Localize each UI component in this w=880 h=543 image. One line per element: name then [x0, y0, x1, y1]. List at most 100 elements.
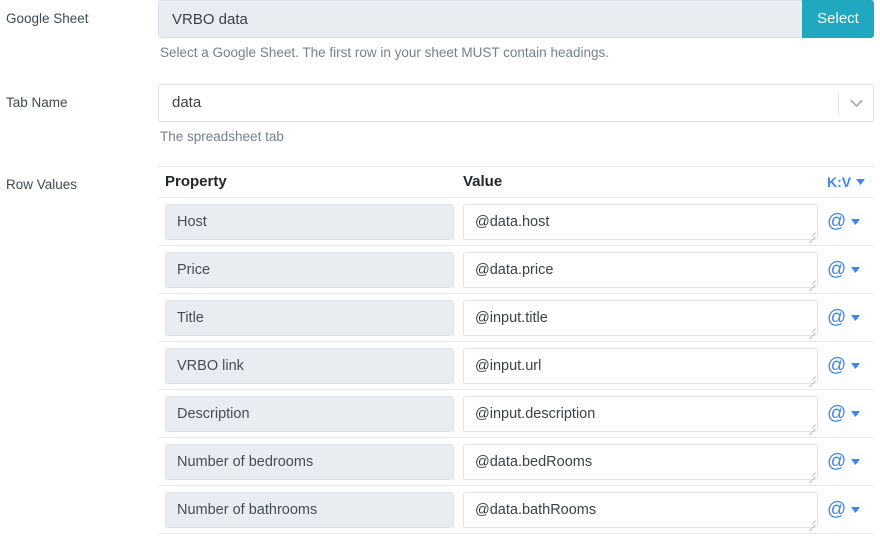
at-icon: @ — [827, 403, 847, 424]
kv-mode-toggle[interactable]: K:V — [827, 174, 866, 190]
table-row: @ — [158, 438, 874, 486]
property-cell — [158, 491, 454, 528]
google-sheet-field: Select Select a Google Sheet. The first … — [158, 0, 880, 62]
select-sheet-button[interactable]: Select — [802, 0, 874, 38]
google-sheet-action-form: Google Sheet Select Select a Google Shee… — [0, 0, 880, 543]
value-input-wrapper — [463, 443, 818, 483]
at-icon: @ — [827, 211, 847, 232]
property-input[interactable] — [165, 203, 454, 240]
property-cell — [158, 203, 454, 240]
table-row: @ — [158, 342, 874, 390]
property-cell — [158, 299, 454, 336]
kv-toggle-cell: K:V — [818, 174, 874, 190]
value-cell — [454, 395, 818, 435]
value-input[interactable] — [463, 203, 818, 240]
action-cell: @ — [818, 500, 874, 519]
value-input[interactable] — [463, 443, 818, 480]
caret-down-icon — [851, 314, 861, 321]
tab-name-label: Tab Name — [6, 95, 68, 110]
action-cell: @ — [818, 452, 874, 471]
spacer-tab-name — [0, 146, 880, 166]
value-cell — [454, 347, 818, 387]
value-cell — [454, 491, 818, 531]
spacer-google-sheet — [0, 62, 880, 84]
value-cell — [454, 251, 818, 291]
value-cell — [454, 443, 818, 483]
tab-name-selected-value: data — [172, 94, 202, 111]
value-input[interactable] — [463, 395, 818, 432]
google-sheet-input[interactable] — [158, 0, 802, 38]
action-cell: @ — [818, 260, 874, 279]
value-column-title: Value — [463, 173, 503, 190]
value-cell — [454, 299, 818, 339]
property-cell — [158, 347, 454, 384]
caret-down-icon — [851, 458, 861, 465]
caret-down-icon — [851, 506, 861, 513]
google-sheet-row: Google Sheet Select Select a Google Shee… — [0, 0, 880, 62]
value-input[interactable] — [463, 299, 818, 336]
insert-variable-button[interactable]: @ — [827, 499, 861, 520]
table-row: @ — [158, 390, 874, 438]
google-sheet-label: Google Sheet — [6, 11, 89, 26]
insert-variable-button[interactable]: @ — [827, 307, 861, 328]
tab-name-select[interactable]: data — [158, 84, 874, 122]
property-cell — [158, 443, 454, 480]
property-cell — [158, 395, 454, 432]
chevron-down-icon[interactable] — [839, 99, 873, 108]
caret-down-icon — [851, 362, 861, 369]
property-input[interactable] — [165, 347, 454, 384]
action-cell: @ — [818, 404, 874, 423]
action-cell: @ — [818, 212, 874, 231]
row-values-label: Row Values — [6, 177, 78, 192]
at-icon: @ — [827, 355, 847, 376]
row-values-field: Property Value K:V Host @data.host @ Pri… — [158, 166, 880, 534]
table-row: @ — [158, 246, 874, 294]
property-input[interactable] — [165, 395, 454, 432]
action-cell: @ — [818, 356, 874, 375]
value-column-header: Value — [454, 172, 818, 192]
caret-down-icon — [851, 410, 861, 417]
at-icon: @ — [827, 451, 847, 472]
insert-variable-button[interactable]: @ — [827, 451, 861, 472]
row-values-list: @ @ — [158, 198, 874, 534]
value-input[interactable] — [463, 491, 818, 528]
value-input-wrapper — [463, 203, 818, 243]
caret-down-icon — [856, 179, 866, 185]
property-column-header: Property — [158, 172, 454, 192]
insert-variable-button[interactable]: @ — [827, 403, 861, 424]
property-cell — [158, 251, 454, 288]
tab-name-field: data The spreadsheet tab — [158, 84, 880, 146]
insert-variable-button[interactable]: @ — [827, 211, 861, 232]
action-cell: @ — [818, 308, 874, 327]
caret-down-icon — [851, 266, 861, 273]
value-input[interactable] — [463, 347, 818, 384]
tab-name-row: Tab Name data The spreadsheet tab — [0, 84, 880, 146]
tab-name-help-text: The spreadsheet tab — [160, 129, 284, 144]
row-values-row: Row Values Property Value K:V Host @data… — [0, 166, 880, 534]
table-row: @ — [158, 198, 874, 246]
at-icon: @ — [827, 307, 847, 328]
at-icon: @ — [827, 499, 847, 520]
caret-down-icon — [851, 218, 861, 225]
value-input-wrapper — [463, 491, 818, 531]
property-input[interactable] — [165, 251, 454, 288]
at-icon: @ — [827, 259, 847, 280]
property-input[interactable] — [165, 491, 454, 528]
insert-variable-button[interactable]: @ — [827, 355, 861, 376]
property-input[interactable] — [165, 443, 454, 480]
value-cell — [454, 203, 818, 243]
google-sheet-help-text: Select a Google Sheet. The first row in … — [160, 45, 609, 60]
table-row: @ — [158, 294, 874, 342]
value-input-wrapper — [463, 395, 818, 435]
table-row: @ — [158, 486, 874, 534]
google-sheet-input-group: Select — [158, 0, 874, 38]
row-values-header: Property Value K:V — [158, 167, 874, 198]
value-input-wrapper — [463, 299, 818, 339]
property-input[interactable] — [165, 299, 454, 336]
kv-mode-label: K:V — [827, 174, 852, 190]
value-input-wrapper — [463, 347, 818, 387]
property-column-title: Property — [165, 173, 227, 190]
value-input-wrapper — [463, 251, 818, 291]
value-input[interactable] — [463, 251, 818, 288]
insert-variable-button[interactable]: @ — [827, 259, 861, 280]
